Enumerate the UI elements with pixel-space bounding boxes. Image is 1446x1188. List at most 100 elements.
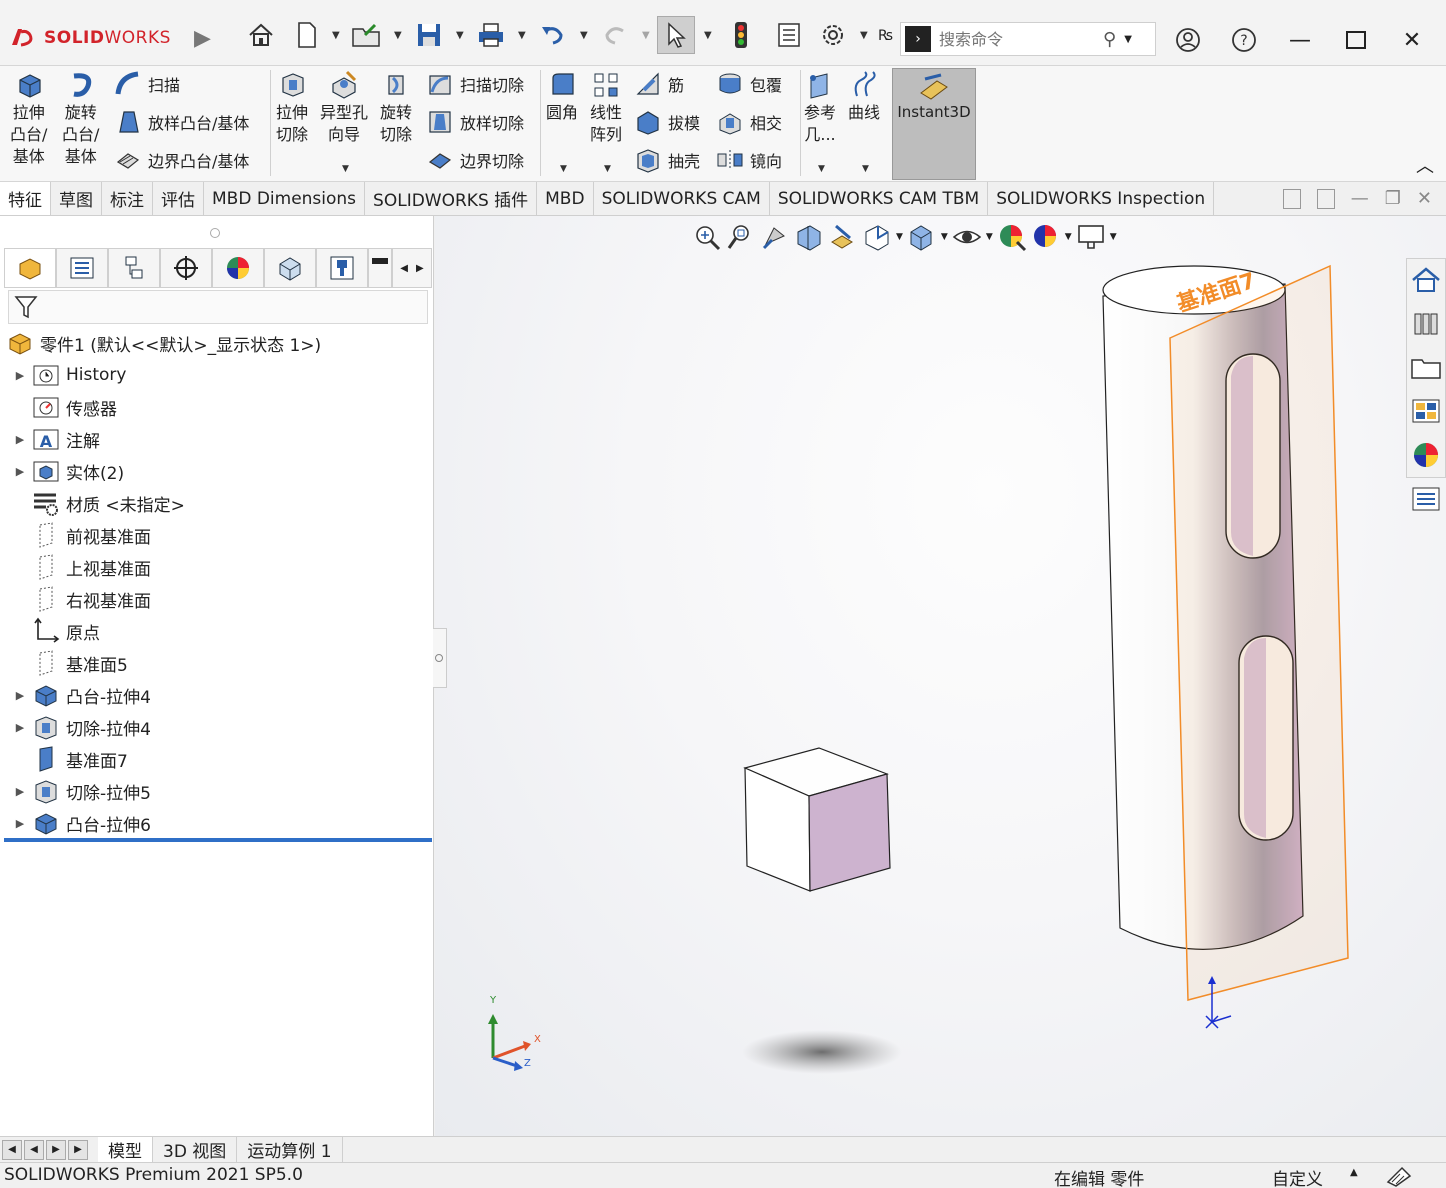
rib-button[interactable]: 筋 xyxy=(634,70,684,98)
configuration-manager-tab[interactable] xyxy=(108,248,160,288)
tree-item-plane5[interactable]: 基准面5 xyxy=(8,648,128,678)
expand-arrow-icon[interactable]: ▶ xyxy=(8,817,32,830)
tab-markup[interactable]: 标注 xyxy=(102,182,153,215)
open-button[interactable] xyxy=(348,16,386,54)
doc-close-icon[interactable]: ✕ xyxy=(1417,188,1432,209)
search-input[interactable] xyxy=(939,29,1099,49)
save-dropdown-icon[interactable]: ▼ xyxy=(456,30,464,41)
unit-system-selector[interactable]: 自定义 xyxy=(1272,1165,1323,1188)
file-properties-button[interactable] xyxy=(770,16,808,54)
help-button[interactable]: ? xyxy=(1224,20,1264,60)
wrap-button[interactable]: 包覆 xyxy=(716,70,782,98)
tree-item-origin[interactable]: 原点 xyxy=(8,616,100,646)
draft-button[interactable]: 拔模 xyxy=(634,108,700,136)
tree-item-top-plane[interactable]: 上视基准面 xyxy=(8,552,151,582)
instant3d-button[interactable]: Instant3D xyxy=(892,68,976,180)
custom-properties-icon[interactable] xyxy=(1409,484,1443,514)
cube-body[interactable] xyxy=(743,747,891,892)
linear-pattern-button[interactable]: 线性 阵列 xyxy=(590,66,622,146)
redo-dropdown-icon[interactable]: ▼ xyxy=(642,30,650,41)
mirror-button[interactable]: 镜向 xyxy=(716,146,782,174)
swept-cut-button[interactable]: 扫描切除 xyxy=(426,70,524,98)
extrude-boss-button[interactable]: 拉伸 凸台/ 基体 xyxy=(10,66,47,168)
tree-item-front-plane[interactable]: 前视基准面 xyxy=(8,520,151,550)
next-tab-nav-icon[interactable]: ▶ xyxy=(46,1139,66,1160)
boundary-boss-button[interactable]: 边界凸台/基体 xyxy=(114,146,249,174)
expand-arrow-icon[interactable]: ▶ xyxy=(8,433,32,446)
boundary-cut-button[interactable]: 边界切除 xyxy=(426,146,524,174)
select-dropdown-icon[interactable]: ▼ xyxy=(704,30,712,41)
tab-motion-study-1[interactable]: 运动算例 1 xyxy=(237,1136,343,1163)
tab-features[interactable]: 特征 xyxy=(0,182,51,215)
tab-scroll-right-icon[interactable]: ▶ xyxy=(416,263,424,274)
tree-root-part[interactable]: 零件1 (默认<<默认>_显示状态 1>) xyxy=(6,328,321,358)
expand-arrow-icon[interactable]: ▶ xyxy=(8,689,32,702)
fillet-button[interactable]: 圆角 xyxy=(546,66,578,124)
new-dropdown-icon[interactable]: ▼ xyxy=(332,30,340,41)
design-library-icon[interactable] xyxy=(1409,308,1443,338)
cam-tool-tab[interactable] xyxy=(368,248,392,288)
tab-solidworks-cam-tbm[interactable]: SOLIDWORKS CAM TBM xyxy=(770,182,989,215)
tab-sketch[interactable]: 草图 xyxy=(51,182,102,215)
new-document-button[interactable] xyxy=(288,16,326,54)
tree-filter-bar[interactable] xyxy=(8,290,428,324)
open-dropdown-icon[interactable]: ▼ xyxy=(394,30,402,41)
reference-plane-7[interactable] xyxy=(1169,264,1349,1001)
lofted-cut-button[interactable]: 放样切除 xyxy=(426,108,524,136)
filter-funnel-icon[interactable] xyxy=(13,293,39,321)
extrude-cut-button[interactable]: 拉伸 切除 xyxy=(276,66,308,146)
tab-scroll-left-icon[interactable]: ◀ xyxy=(400,263,408,274)
feature-manager-tab[interactable] xyxy=(4,248,56,288)
tree-item-right-plane[interactable]: 右视基准面 xyxy=(8,584,151,614)
reference-geometry-dropdown-icon[interactable]: ▼ xyxy=(818,164,825,174)
cam-feature-tab[interactable] xyxy=(264,248,316,288)
curves-button[interactable]: 曲线 xyxy=(848,66,880,124)
tab-solidworks-cam[interactable]: SOLIDWORKS CAM xyxy=(594,182,770,215)
rollback-bar[interactable] xyxy=(4,838,432,842)
tree-item-boss-extrude4[interactable]: ▶ 凸台-拉伸4 xyxy=(8,680,151,710)
tab-mbd-dimensions[interactable]: MBD Dimensions xyxy=(204,182,366,215)
expand-arrow-icon[interactable]: ▶ xyxy=(8,465,32,478)
expand-arrow-icon[interactable]: ▶ xyxy=(8,369,32,382)
curves-dropdown-icon[interactable]: ▼ xyxy=(862,164,869,174)
hole-wizard-dropdown-icon[interactable]: ▼ xyxy=(342,164,349,174)
view-palette-icon[interactable] xyxy=(1409,396,1443,426)
tile-right-icon[interactable] xyxy=(1316,188,1335,209)
tile-left-icon[interactable] xyxy=(1282,188,1301,209)
collapse-ribbon-icon[interactable]: ︿ xyxy=(1416,152,1434,178)
minimize-button[interactable]: — xyxy=(1280,20,1320,60)
account-button[interactable] xyxy=(1168,20,1208,60)
tree-item-plane7[interactable]: 基准面7 xyxy=(8,744,128,774)
sweep-button[interactable]: 扫描 xyxy=(114,70,180,98)
menu-expand-icon[interactable]: ▶ xyxy=(194,26,211,51)
prev-tab-nav-icon[interactable]: ◀ xyxy=(24,1139,44,1160)
last-tab-nav-icon[interactable]: ▶ xyxy=(68,1139,88,1160)
tree-item-sensors[interactable]: 传感器 xyxy=(8,392,117,422)
tab-solidworks-addins[interactable]: SOLIDWORKS 插件 xyxy=(365,182,538,215)
tree-item-cut-extrude5[interactable]: ▶ 切除-拉伸5 xyxy=(8,776,151,806)
shell-button[interactable]: 抽壳 xyxy=(634,146,700,174)
doc-minimize-icon[interactable]: — xyxy=(1351,188,1369,209)
linear-pattern-dropdown-icon[interactable]: ▼ xyxy=(604,164,611,174)
appearances-scenes-icon[interactable] xyxy=(1409,440,1443,470)
print-dropdown-icon[interactable]: ▼ xyxy=(518,30,526,41)
undo-dropdown-icon[interactable]: ▼ xyxy=(580,30,588,41)
options-button[interactable] xyxy=(814,16,852,54)
tree-item-cut-extrude4[interactable]: ▶ 切除-拉伸4 xyxy=(8,712,151,742)
doc-restore-icon[interactable]: ❐ xyxy=(1385,188,1401,209)
search-box[interactable]: › ⚲ ▼ xyxy=(900,22,1156,56)
pin-icon[interactable]: ₨ xyxy=(878,28,893,44)
reference-geometry-button[interactable]: 参考 几... xyxy=(804,66,836,146)
display-manager-tab[interactable] xyxy=(212,248,264,288)
home-button[interactable] xyxy=(242,16,280,54)
panel-splitter-handle[interactable] xyxy=(210,228,220,238)
quick-tips-icon[interactable] xyxy=(1384,1164,1414,1188)
maximize-button[interactable] xyxy=(1336,20,1376,60)
close-button[interactable]: ✕ xyxy=(1392,20,1432,60)
tree-item-boss-extrude6[interactable]: ▶ 凸台-拉伸6 xyxy=(8,808,151,838)
redo-button[interactable] xyxy=(596,16,634,54)
revolve-boss-button[interactable]: 旋转 凸台/ 基体 xyxy=(62,66,99,168)
expand-arrow-icon[interactable]: ▶ xyxy=(8,785,32,798)
tree-item-solid-bodies[interactable]: ▶ 实体(2) xyxy=(8,456,124,486)
tab-3d-views[interactable]: 3D 视图 xyxy=(153,1136,238,1163)
